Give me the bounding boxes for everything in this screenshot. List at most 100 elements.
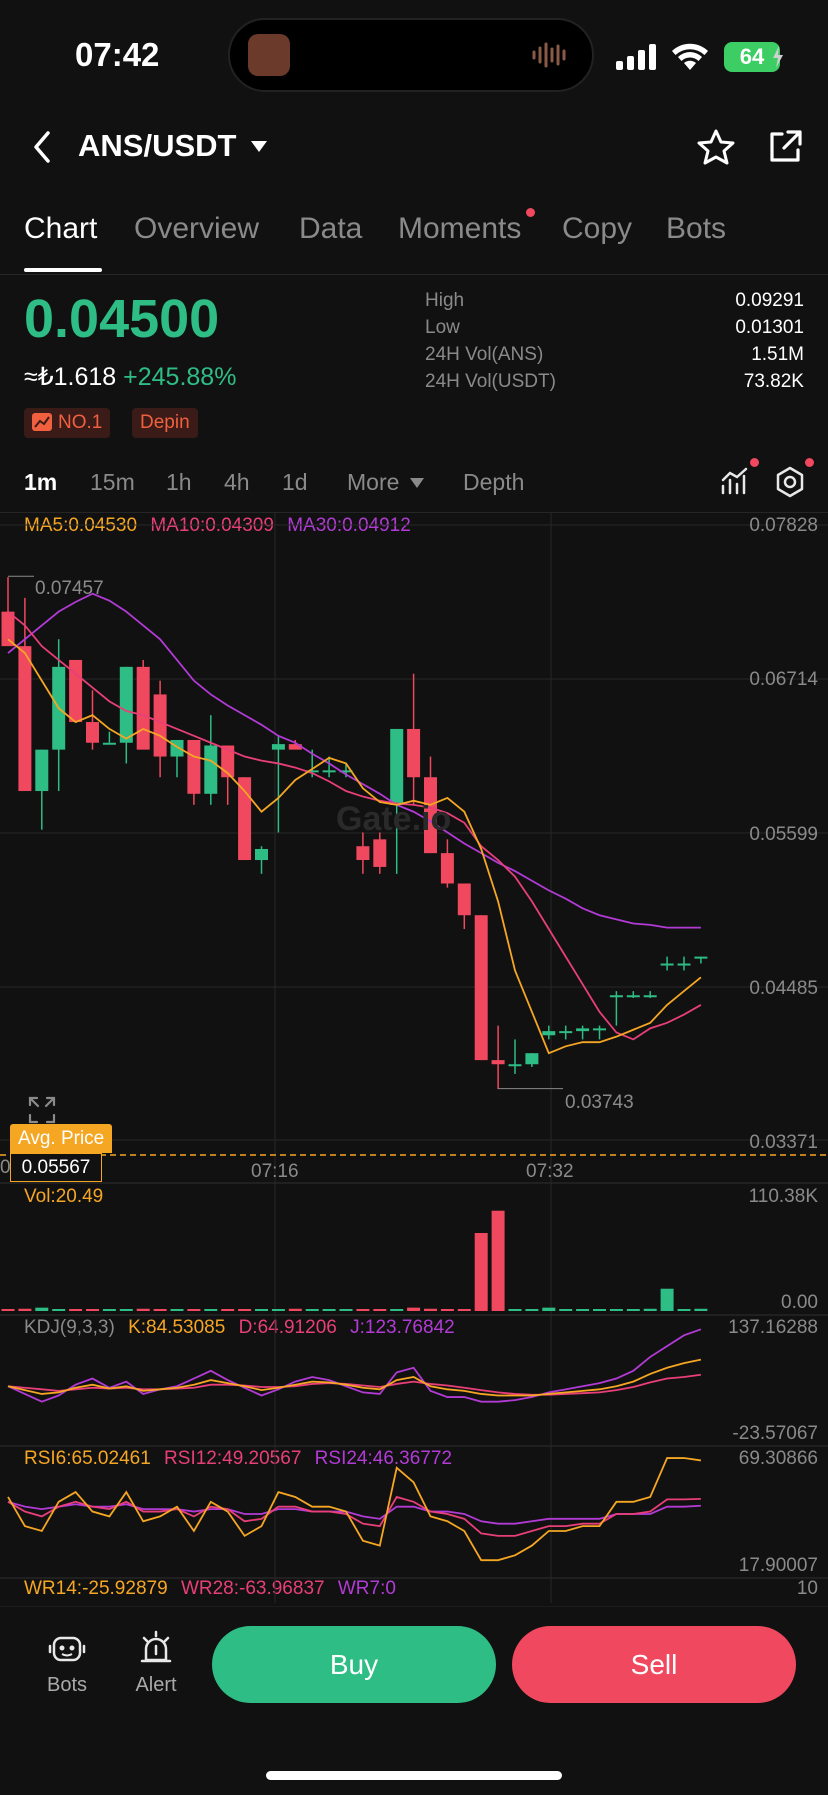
indicators-notification-dot	[750, 458, 759, 467]
volume-bar	[491, 1210, 505, 1311]
kdj-j-line	[7, 1328, 702, 1403]
category-badge[interactable]: Depin	[132, 408, 198, 438]
candle-body	[626, 995, 640, 998]
interval-more[interactable]: More	[347, 469, 399, 496]
interval-1h[interactable]: 1h	[166, 469, 192, 496]
interval-15m[interactable]: 15m	[90, 469, 135, 496]
pair-dropdown-icon[interactable]	[250, 140, 268, 154]
candle-body	[322, 770, 336, 773]
avg-price-axis-prefix: 0	[0, 1157, 11, 1178]
bots-label[interactable]: Bots	[40, 1674, 94, 1697]
candle-body	[238, 777, 252, 861]
stat-vol-base-value: 1.51M	[751, 344, 804, 365]
more-dropdown-icon[interactable]	[410, 478, 424, 488]
rsi6-line	[7, 1457, 702, 1562]
candle-body	[542, 1031, 556, 1036]
volume-bar	[238, 1309, 252, 1311]
indicators-icon[interactable]	[720, 466, 750, 496]
max-price-marker: 0.07457	[35, 578, 104, 599]
volume-bar	[626, 1309, 640, 1311]
volume-bar	[694, 1308, 708, 1311]
active-tab-indicator	[24, 268, 102, 272]
tab-overview[interactable]: Overview	[134, 212, 259, 246]
volume-bar	[322, 1309, 336, 1311]
volume-bar	[35, 1307, 49, 1311]
depth-tab[interactable]: Depth	[463, 469, 524, 496]
kdj-d-line	[7, 1373, 702, 1396]
volume-axis-min: 0.00	[781, 1292, 818, 1313]
last-price: 0.04500	[24, 289, 220, 349]
pair-title[interactable]: ANS/USDT	[78, 128, 236, 164]
volume-bar	[609, 1309, 623, 1311]
volume-bar	[136, 1308, 150, 1311]
volume-bar	[457, 1309, 471, 1311]
interval-1d[interactable]: 1d	[282, 469, 308, 496]
candle-body	[440, 853, 454, 884]
volume-bar	[508, 1309, 522, 1311]
stat-vol-quote-label: 24H Vol(USDT)	[425, 371, 556, 392]
volume-bar	[677, 1309, 691, 1311]
wr-axis-label: 10	[796, 1578, 818, 1599]
interval-4h[interactable]: 4h	[224, 469, 250, 496]
min-price-marker: 0.03743	[565, 1092, 634, 1113]
candle-body	[102, 742, 116, 745]
volume-bar	[52, 1309, 66, 1311]
candle-body	[576, 1028, 590, 1032]
volume-bar	[288, 1308, 302, 1311]
candle-body	[119, 666, 133, 743]
settings-notification-dot	[805, 458, 814, 467]
volume-bar	[593, 1309, 606, 1311]
fullscreen-icon[interactable]	[28, 1096, 56, 1124]
home-indicator	[266, 1771, 562, 1780]
volume-bar	[474, 1232, 488, 1311]
stat-vol-base-label: 24H Vol(ANS)	[425, 344, 544, 365]
avg-price-value: 0.05567	[10, 1153, 102, 1182]
price-change-percent: +245.88%	[123, 363, 237, 391]
candle-body	[136, 666, 150, 750]
alert-label[interactable]: Alert	[130, 1674, 182, 1697]
candle-body	[204, 745, 218, 794]
candlestick-chart[interactable]	[0, 513, 828, 1603]
charging-bolt-icon	[773, 46, 783, 68]
volume-bar	[542, 1307, 556, 1311]
tabs-divider	[0, 274, 828, 275]
candle-body	[559, 1031, 573, 1034]
tab-copy[interactable]: Copy	[562, 212, 632, 246]
candle-body	[153, 694, 167, 757]
status-time: 07:42	[75, 36, 160, 73]
candle-body	[525, 1053, 539, 1065]
stat-vol-quote-value: 73.82K	[743, 371, 804, 392]
ma5-line	[7, 638, 702, 1055]
volume-bar	[255, 1309, 268, 1311]
buy-button[interactable]: Buy	[212, 1626, 496, 1703]
candle-body	[508, 1064, 522, 1067]
favorite-star-icon[interactable]	[696, 128, 736, 166]
wifi-icon	[672, 43, 708, 70]
volume-bar	[153, 1309, 167, 1311]
candle-body	[457, 883, 471, 916]
volume-bar	[69, 1309, 83, 1311]
bots-icon[interactable]	[48, 1632, 86, 1666]
fiat-price-line: ≈₺1.618 +245.88%	[24, 362, 236, 392]
alert-icon[interactable]	[138, 1630, 174, 1666]
candle-body	[356, 846, 370, 861]
sell-button[interactable]: Sell	[512, 1626, 796, 1703]
rank-badge[interactable]: NO.1	[24, 408, 111, 438]
bottom-divider	[0, 1606, 828, 1607]
tab-data[interactable]: Data	[299, 212, 362, 246]
volume-bar	[119, 1309, 133, 1311]
tab-moments[interactable]: Moments	[398, 212, 521, 246]
price-axis-label: 0.05599	[749, 824, 818, 845]
share-icon[interactable]	[766, 128, 804, 166]
candle-body	[255, 848, 268, 861]
tab-bots[interactable]: Bots	[666, 212, 726, 246]
interval-1m[interactable]: 1m	[24, 469, 57, 496]
volume-bar	[407, 1307, 421, 1311]
candle-body	[187, 739, 201, 794]
volume-bar	[305, 1309, 319, 1311]
stat-high-label: High	[425, 290, 465, 311]
back-icon[interactable]	[30, 130, 56, 164]
chart-settings-icon[interactable]	[774, 466, 806, 498]
candle-body	[373, 839, 387, 867]
tab-chart[interactable]: Chart	[24, 212, 97, 246]
